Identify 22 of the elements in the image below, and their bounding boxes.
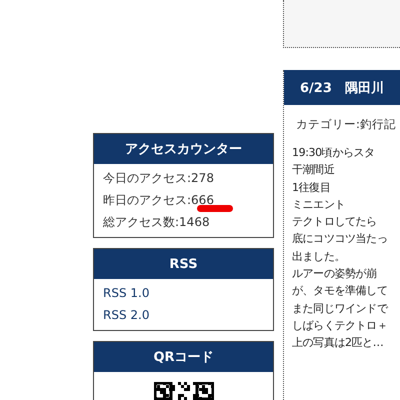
post-text: 1往復目: [292, 180, 332, 196]
post-text: 出ました。: [292, 248, 346, 265]
widget-title: RSS: [94, 249, 273, 279]
rss-link[interactable]: RSS 2.0: [103, 304, 264, 326]
post-title: 6/23 隅田川: [284, 70, 400, 105]
counter-text: 総アクセス数:1468: [103, 214, 211, 230]
post-text: 上の写真は2匹と…: [292, 335, 384, 352]
post-text: 干潮間近: [292, 162, 336, 178]
post-text: ミニエント: [292, 196, 346, 213]
post-text: 19:30頃からスタ: [292, 145, 376, 161]
widget-title: アクセスカウンター: [94, 134, 273, 164]
post-text: が、タモを準備して: [292, 283, 388, 300]
post-text: また同じワインドで: [292, 300, 389, 317]
post-category: カテゴリー:釣行記: [295, 116, 397, 132]
post-text: ルアーの姿勢が崩: [292, 266, 378, 282]
post-text: 底にコツコツ当たっ: [292, 231, 388, 248]
counter-text: 昨日のアクセス:666: [103, 189, 264, 211]
post-text: しばらくテクトロ＋: [292, 318, 388, 334]
counter-text: 今日のアクセス:278: [103, 170, 215, 186]
widget-title: QRコード: [94, 342, 273, 372]
rss-link[interactable]: RSS 1.0: [103, 282, 264, 304]
post-text: テクトロしてたら: [292, 214, 378, 230]
